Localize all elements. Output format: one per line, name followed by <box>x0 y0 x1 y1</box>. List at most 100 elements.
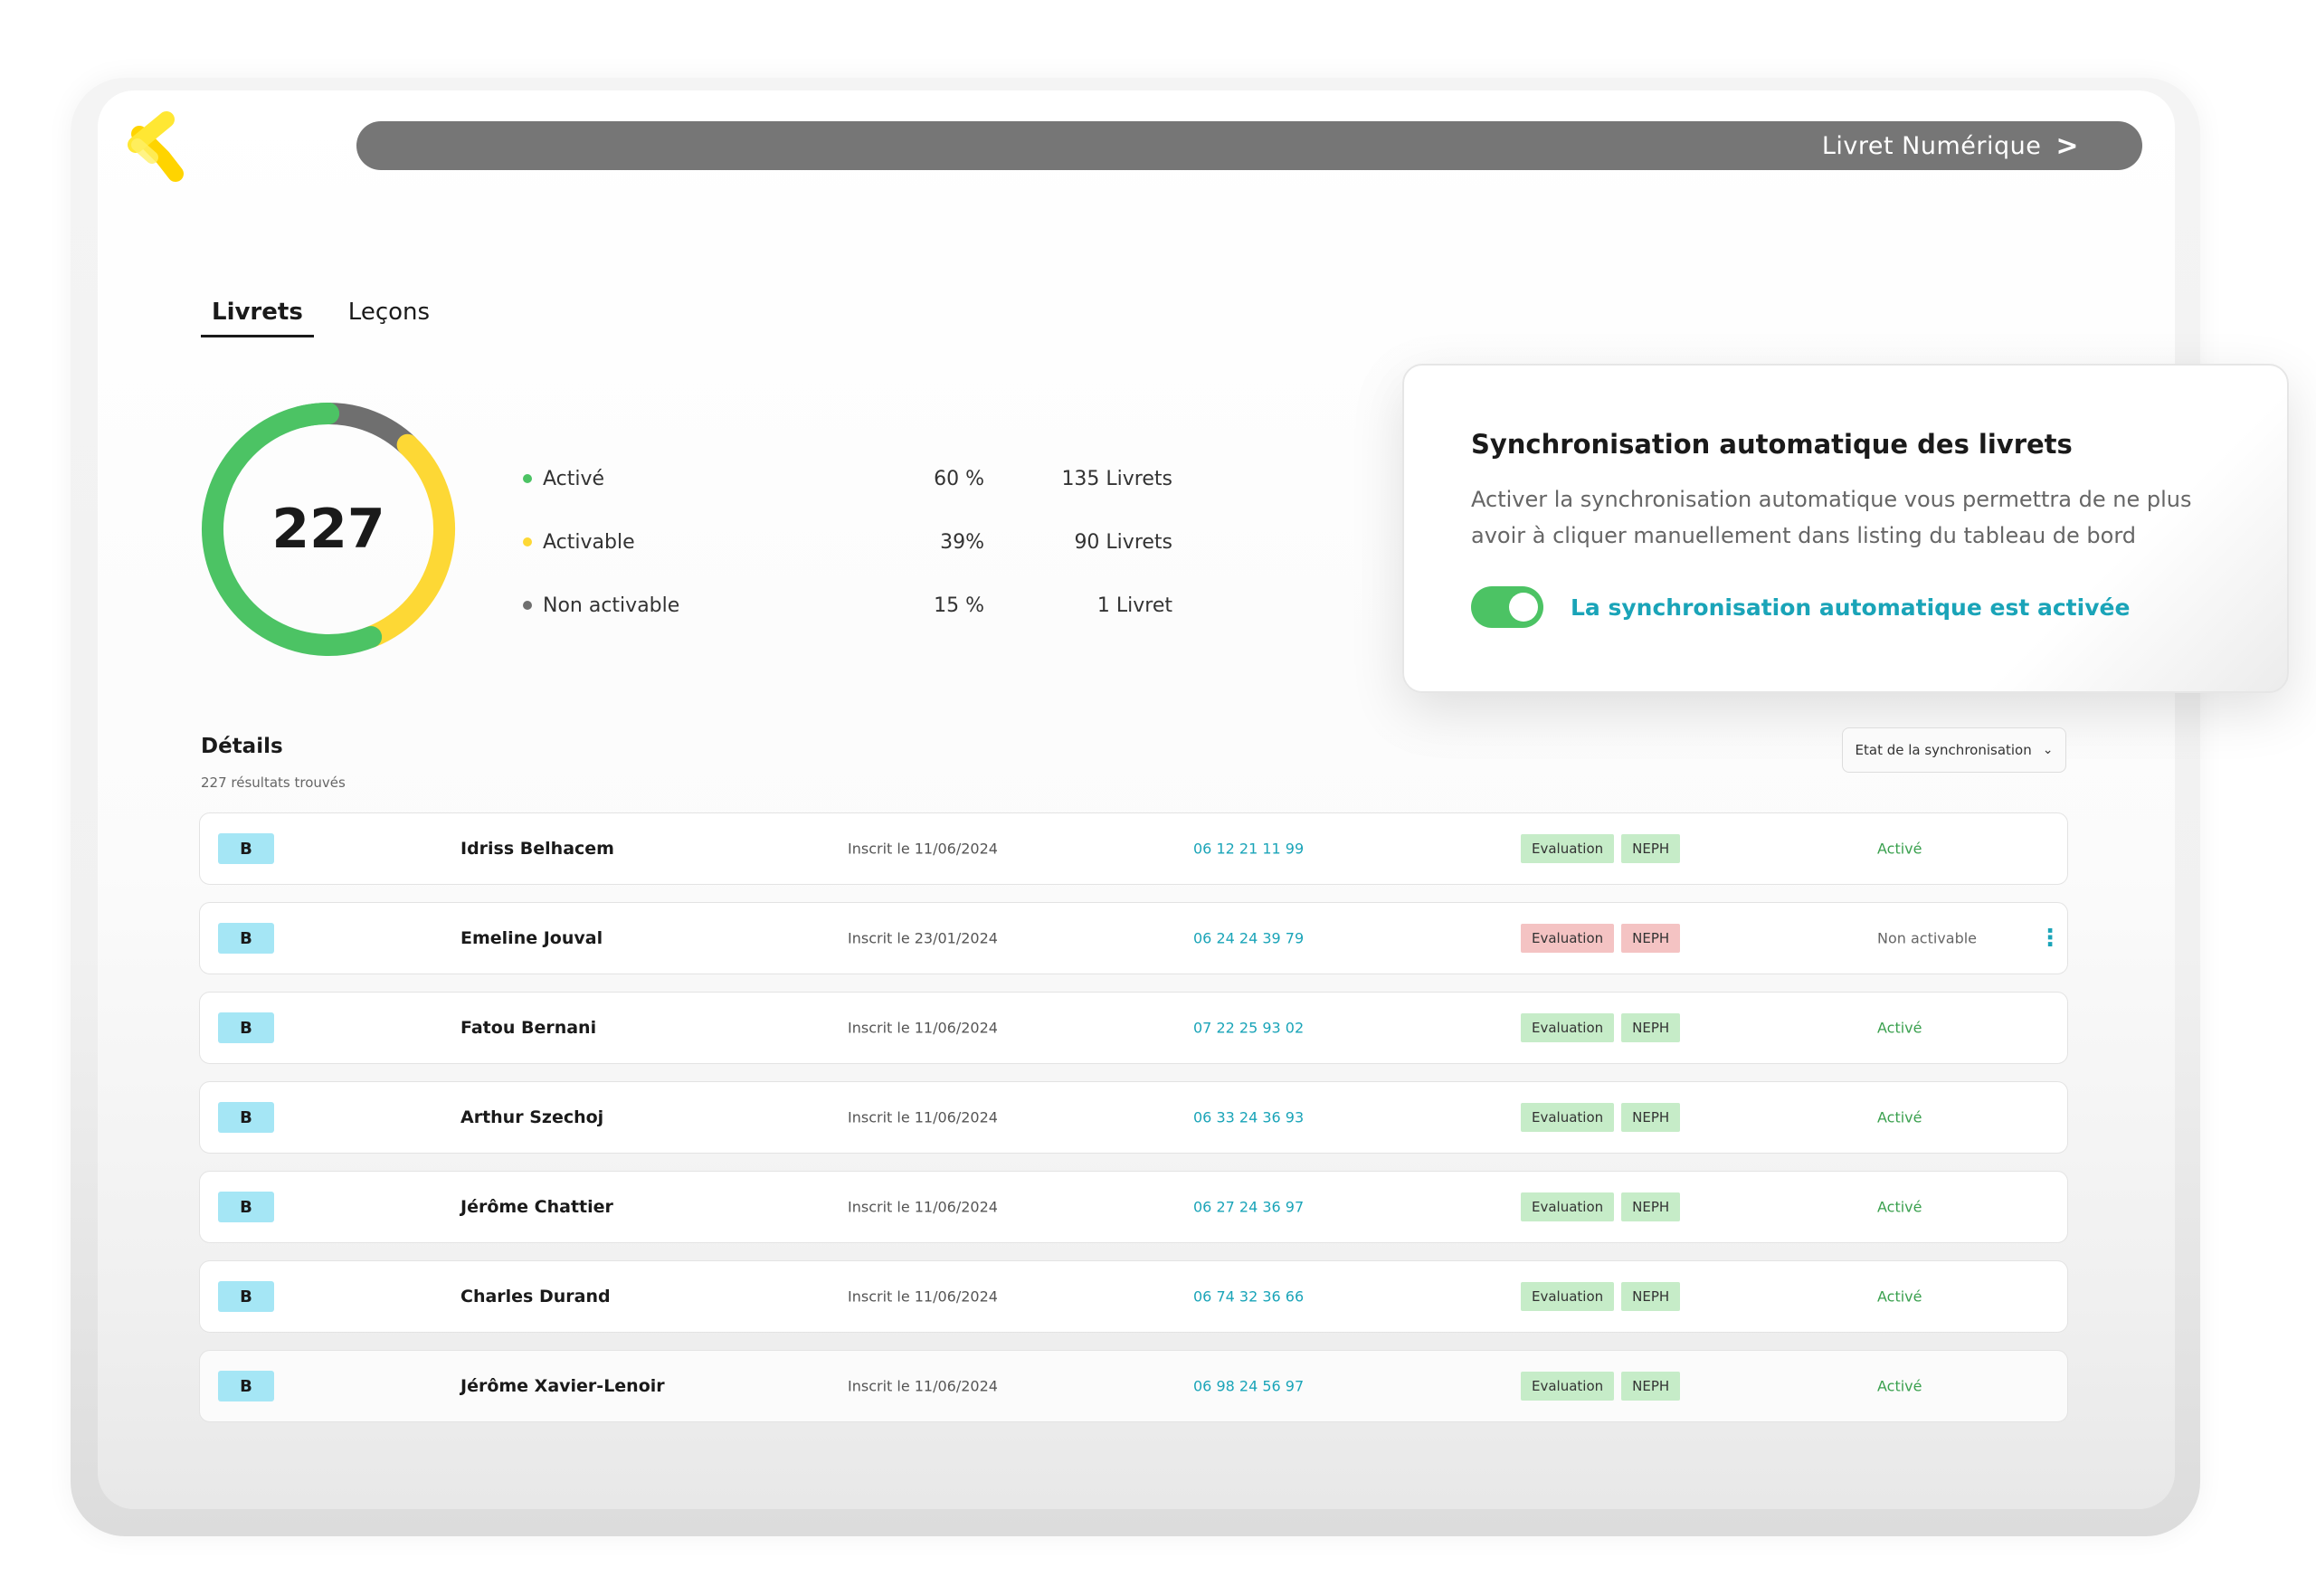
table-row[interactable]: B Arthur Szechoj Inscrit le 11/06/2024 0… <box>199 1081 2068 1154</box>
row-badges: Evaluation NEPH <box>1521 834 1681 863</box>
sync-status: Activé <box>1877 1377 1922 1395</box>
sync-toggle-row: La synchronisation automatique est activ… <box>1471 586 2220 628</box>
registration-date: Inscrit le 11/06/2024 <box>848 1377 998 1395</box>
chevron-right-icon[interactable]: > <box>2055 130 2079 162</box>
registration-date: Inscrit le 11/06/2024 <box>848 1287 998 1306</box>
registration-date: Inscrit le 11/06/2024 <box>848 840 998 858</box>
row-badges: Evaluation NEPH <box>1521 924 1681 953</box>
tab-livrets[interactable]: Livrets <box>201 295 314 337</box>
legend-percent: 39% <box>940 530 984 554</box>
evaluation-badge: Evaluation <box>1521 834 1615 863</box>
details-heading: Détails <box>201 735 283 758</box>
chevron-down-icon: ⌄ <box>2042 743 2054 757</box>
sync-status: Activé <box>1877 840 1922 858</box>
learner-name[interactable]: Arthur Szechoj <box>460 1107 603 1127</box>
legend-percent: 15 % <box>934 594 984 617</box>
learner-name[interactable]: Idriss Belhacem <box>460 839 614 859</box>
neph-badge: NEPH <box>1621 1013 1681 1042</box>
neph-badge: NEPH <box>1621 924 1681 953</box>
license-category-badge: B <box>218 1102 274 1133</box>
learner-name[interactable]: Charles Durand <box>460 1287 611 1306</box>
results-count: 227 résultats trouvés <box>201 774 346 791</box>
donut-total-value: 227 <box>271 498 385 561</box>
learner-name[interactable]: Jérôme Chattier <box>460 1197 613 1217</box>
more-options-icon[interactable]: ⋮ <box>2038 925 2062 952</box>
license-category-badge: B <box>218 1192 274 1222</box>
green-dot-icon <box>523 474 532 483</box>
top-nav-bar: Livret Numérique > <box>356 121 2142 170</box>
legend-row-active: Activé 60 % 135 Livrets <box>523 447 1210 510</box>
learner-name[interactable]: Jérôme Xavier-Lenoir <box>460 1376 665 1396</box>
evaluation-badge: Evaluation <box>1521 1282 1615 1311</box>
row-badges: Evaluation NEPH <box>1521 1282 1681 1311</box>
registration-date: Inscrit le 11/06/2024 <box>848 1108 998 1126</box>
legend-text: Activé <box>543 467 605 490</box>
license-category-badge: B <box>218 923 274 954</box>
neph-badge: NEPH <box>1621 834 1681 863</box>
phone-number[interactable]: 06 74 32 36 66 <box>1193 1288 1304 1306</box>
legend-count: 1 Livret <box>1096 594 1172 617</box>
sync-status: Activé <box>1877 1108 1922 1126</box>
table-row[interactable]: B Jérôme Xavier-Lenoir Inscrit le 11/06/… <box>199 1350 2068 1422</box>
livret-numerique-link[interactable]: Livret Numérique <box>1822 132 2042 160</box>
row-badges: Evaluation NEPH <box>1521 1103 1681 1132</box>
filter-label: Etat de la synchronisation <box>1855 742 2032 758</box>
license-category-badge: B <box>218 1012 274 1043</box>
table-row[interactable]: B Emeline Jouval Inscrit le 23/01/2024 0… <box>199 902 2068 974</box>
evaluation-badge: Evaluation <box>1521 1192 1615 1221</box>
legend-row-activable: Activable 39% 90 Livrets <box>523 510 1210 574</box>
neph-badge: NEPH <box>1621 1282 1681 1311</box>
table-row[interactable]: B Charles Durand Inscrit le 11/06/2024 0… <box>199 1260 2068 1333</box>
registration-date: Inscrit le 11/06/2024 <box>848 1198 998 1216</box>
phone-number[interactable]: 06 33 24 36 93 <box>1193 1109 1304 1126</box>
learner-name[interactable]: Fatou Bernani <box>460 1018 596 1038</box>
learners-table: B Idriss Belhacem Inscrit le 11/06/2024 … <box>199 812 2068 1439</box>
legend-count: 90 Livrets <box>1074 530 1172 554</box>
neph-badge: NEPH <box>1621 1103 1681 1132</box>
sync-settings-card: Synchronisation automatique des livrets … <box>1402 364 2289 693</box>
grey-dot-icon <box>523 601 532 610</box>
status-legend: Activé 60 % 135 Livrets Activable 39% 90… <box>523 447 1210 637</box>
legend-label: Activé <box>523 468 885 490</box>
registration-date: Inscrit le 23/01/2024 <box>848 929 998 947</box>
yellow-dot-icon <box>523 537 532 546</box>
legend-text: Activable <box>543 530 635 554</box>
tab-bar: Livrets Leçons <box>201 295 441 337</box>
legend-row-non-activable: Non activable 15 % 1 Livret <box>523 574 1210 637</box>
table-row[interactable]: B Idriss Belhacem Inscrit le 11/06/2024 … <box>199 812 2068 885</box>
sync-card-description: Activer la synchronisation automatique v… <box>1471 487 2192 548</box>
evaluation-badge: Evaluation <box>1521 924 1615 953</box>
legend-percent: 60 % <box>934 467 984 490</box>
legend-label: Non activable <box>523 594 885 617</box>
license-category-badge: B <box>218 1281 274 1312</box>
registration-date: Inscrit le 11/06/2024 <box>848 1019 998 1037</box>
auto-sync-toggle[interactable] <box>1471 586 1543 628</box>
evaluation-badge: Evaluation <box>1521 1103 1615 1132</box>
sync-status: Non activable <box>1877 929 1978 947</box>
row-badges: Evaluation NEPH <box>1521 1192 1681 1221</box>
phone-number[interactable]: 06 27 24 36 97 <box>1193 1199 1304 1216</box>
table-row[interactable]: B Jérôme Chattier Inscrit le 11/06/2024 … <box>199 1171 2068 1243</box>
license-category-badge: B <box>218 1371 274 1401</box>
sync-status: Activé <box>1877 1019 1922 1037</box>
sync-status: Activé <box>1877 1198 1922 1216</box>
evaluation-badge: Evaluation <box>1521 1013 1615 1042</box>
evaluation-badge: Evaluation <box>1521 1372 1615 1401</box>
legend-count: 135 Livrets <box>1061 467 1172 490</box>
sync-state-filter-dropdown[interactable]: Etat de la synchronisation ⌄ <box>1842 727 2066 773</box>
legend-label: Activable <box>523 531 885 554</box>
learner-name[interactable]: Emeline Jouval <box>460 928 603 948</box>
phone-number[interactable]: 06 12 21 11 99 <box>1193 841 1304 858</box>
license-category-badge: B <box>218 833 274 864</box>
sync-card-title: Synchronisation automatique des livrets <box>1471 429 2073 460</box>
table-row[interactable]: B Fatou Bernani Inscrit le 11/06/2024 07… <box>199 992 2068 1064</box>
legend-text: Non activable <box>543 594 680 617</box>
phone-number[interactable]: 07 22 25 93 02 <box>1193 1020 1304 1037</box>
sync-status: Activé <box>1877 1287 1922 1306</box>
sync-status-text: La synchronisation automatique est activ… <box>1571 594 2131 621</box>
phone-number[interactable]: 06 24 24 39 79 <box>1193 930 1304 947</box>
neph-badge: NEPH <box>1621 1192 1681 1221</box>
k-logo-icon[interactable] <box>125 109 188 183</box>
phone-number[interactable]: 06 98 24 56 97 <box>1193 1378 1304 1395</box>
tab-lecons[interactable]: Leçons <box>337 295 441 337</box>
